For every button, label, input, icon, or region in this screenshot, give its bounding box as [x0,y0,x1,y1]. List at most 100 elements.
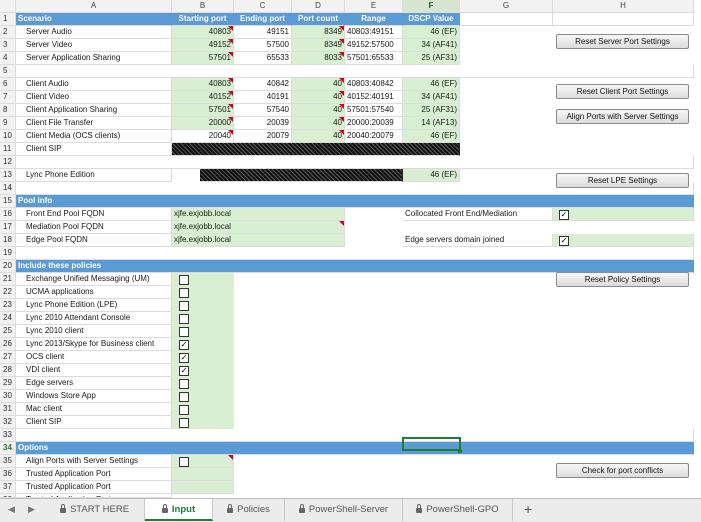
row-number[interactable]: 21 [0,273,16,286]
row-number[interactable]: 32 [0,416,16,429]
tab-powershell-server[interactable]: PowerShell-Server [285,499,403,521]
row-number[interactable]: 3 [0,39,16,52]
range-cell[interactable]: 57501:65533 [345,52,403,65]
row-number[interactable]: 7 [0,91,16,104]
dscp-cell[interactable]: 46 (EF) [403,169,460,182]
row-number[interactable]: 23 [0,299,16,312]
tab-input[interactable]: Input [145,499,213,521]
edge-pool-input[interactable]: xjfe.exjobb.local [172,234,345,247]
policy-checkbox[interactable]: ✓ [179,353,189,363]
front-end-pool-input[interactable]: xjfe.exjobb.local [172,208,345,221]
tab-policies[interactable]: Policies [213,499,285,521]
align-ports-checkbox[interactable] [179,457,189,467]
policy-checkbox[interactable] [179,275,189,285]
empty-row[interactable] [16,429,694,442]
row-number[interactable]: 11 [0,143,16,156]
row-number[interactable]: 28 [0,364,16,377]
option-cell[interactable] [172,468,234,481]
port-count-cell[interactable]: 8349 [292,26,345,39]
starting-port-cell[interactable]: 20040 [172,130,234,143]
dscp-cell[interactable]: 46 (EF) [403,78,460,91]
spreadsheet-grid[interactable]: A B C D E F G H 1 Scenario Starting port… [0,0,701,498]
row-number[interactable]: 15 [0,195,16,208]
edge-domain-cell[interactable] [553,234,694,247]
range-cell[interactable]: 40803:49151 [345,26,403,39]
row-number[interactable]: 31 [0,403,16,416]
policy-checkbox[interactable]: ✓ [179,340,189,350]
row-number[interactable]: 9 [0,117,16,130]
row-number[interactable]: 1 [0,13,16,26]
policy-checkbox[interactable] [179,418,189,428]
policy-checkbox[interactable] [179,405,189,415]
range-cell[interactable]: 49152:57500 [345,39,403,52]
row-number[interactable]: 10 [0,130,16,143]
row-number[interactable]: 12 [0,156,16,169]
option-cell[interactable] [172,481,234,494]
range-cell[interactable]: 40803:40842 [345,78,403,91]
tab-scroll-left-icon[interactable]: ◀ [8,504,15,515]
ending-port-cell[interactable]: 49151 [234,26,292,39]
cell[interactable] [553,13,694,26]
selected-cell-f34[interactable] [402,437,461,451]
empty-row[interactable] [16,247,694,260]
row-number[interactable]: 14 [0,182,16,195]
row-number[interactable]: 33 [0,429,16,442]
column-header-f[interactable]: F [403,0,460,13]
column-header-b[interactable]: B [172,0,234,13]
row-number[interactable]: 35 [0,455,16,468]
port-count-cell[interactable]: 40 [292,104,345,117]
row-number[interactable]: 2 [0,26,16,39]
ending-port-cell[interactable]: 40191 [234,91,292,104]
row-number[interactable]: 25 [0,325,16,338]
dscp-cell[interactable]: 25 (AF31) [403,52,460,65]
dscp-cell[interactable]: 34 (AF41) [403,91,460,104]
row-number[interactable]: 24 [0,312,16,325]
reset-lpe-button[interactable]: Reset LPE Settings [556,173,689,188]
starting-port-cell[interactable]: 40803 [172,26,234,39]
starting-port-cell[interactable]: 40803 [172,78,234,91]
ending-port-cell[interactable]: 65533 [234,52,292,65]
policy-checkbox[interactable] [179,288,189,298]
port-count-cell[interactable]: 40 [292,78,345,91]
port-count-cell[interactable]: 40 [292,130,345,143]
row-number[interactable]: 17 [0,221,16,234]
column-header-d[interactable]: D [292,0,345,13]
row-number[interactable]: 27 [0,351,16,364]
mediation-pool-input[interactable]: xjfe.exjobb.local [172,221,345,234]
select-all-corner[interactable] [0,0,16,13]
range-cell[interactable]: 20040:20079 [345,130,403,143]
ending-port-cell[interactable]: 40842 [234,78,292,91]
row-number[interactable]: 13 [0,169,16,182]
reset-policy-button[interactable]: Reset Policy Settings [556,272,689,287]
add-sheet-icon[interactable]: + [524,501,532,517]
ending-port-cell[interactable]: 20079 [234,130,292,143]
row-number[interactable]: 19 [0,247,16,260]
row-number[interactable]: 4 [0,52,16,65]
range-cell[interactable]: 57501:57540 [345,104,403,117]
row-number[interactable]: 34 [0,442,16,455]
port-count-cell[interactable]: 40 [292,117,345,130]
policy-checkbox[interactable] [179,301,189,311]
policy-checkbox[interactable] [179,314,189,324]
row-number[interactable]: 6 [0,78,16,91]
align-ports-button[interactable]: Align Ports with Server Settings [556,109,689,124]
dscp-cell[interactable]: 14 (AF13) [403,117,460,130]
starting-port-cell[interactable]: 57501 [172,104,234,117]
policy-checkbox[interactable] [179,327,189,337]
column-header-c[interactable]: C [234,0,292,13]
policy-checkbox[interactable] [179,392,189,402]
row-number[interactable]: 29 [0,377,16,390]
port-count-cell[interactable]: 8033 [292,52,345,65]
ending-port-cell[interactable]: 57500 [234,39,292,52]
column-header-h[interactable]: H [553,0,694,13]
row-number[interactable]: 20 [0,260,16,273]
row-number[interactable]: 5 [0,65,16,78]
row-number[interactable]: 26 [0,338,16,351]
column-header-e[interactable]: E [345,0,403,13]
check-port-conflicts-button[interactable]: Check for port conflicts [556,463,689,478]
row-number[interactable]: 30 [0,390,16,403]
range-cell[interactable]: 20000:20039 [345,117,403,130]
starting-port-cell[interactable]: 57501 [172,52,234,65]
ending-port-cell[interactable]: 57540 [234,104,292,117]
row-number[interactable]: 16 [0,208,16,221]
